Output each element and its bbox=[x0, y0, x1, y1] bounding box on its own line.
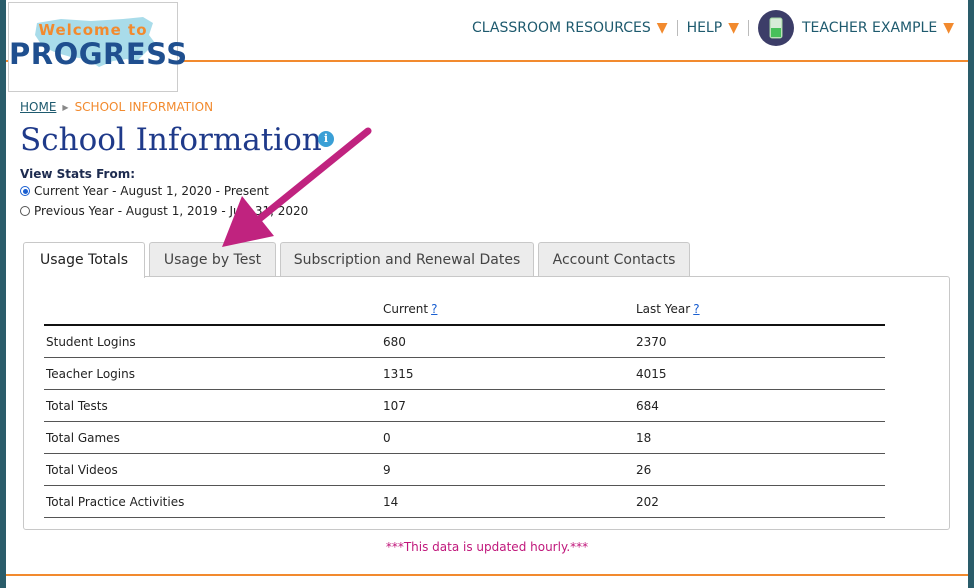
page: Welcome to PROGRESS CLASSROOM RESOURCES … bbox=[6, 0, 968, 588]
header: Welcome to PROGRESS CLASSROOM RESOURCES … bbox=[6, 0, 968, 92]
nav-user-label: TEACHER EXAMPLE bbox=[801, 20, 938, 36]
radio-current-year-label: Current Year - August 1, 2020 - Present bbox=[34, 184, 269, 198]
row-current-value: 680 bbox=[381, 325, 634, 358]
row-last-year-value: 4015 bbox=[634, 357, 885, 390]
breadcrumb-home-link[interactable]: HOME bbox=[20, 100, 56, 114]
row-last-year-value: 202 bbox=[634, 485, 885, 518]
row-label: Total Games bbox=[44, 421, 381, 454]
row-last-year-value: 2370 bbox=[634, 325, 885, 358]
breadcrumb: HOME ▶ SCHOOL INFORMATION bbox=[20, 100, 213, 114]
chevron-down-icon: ▼ bbox=[943, 20, 954, 36]
tab-subscription-renewal-dates[interactable]: Subscription and Renewal Dates bbox=[280, 242, 534, 276]
row-label: Student Logins bbox=[44, 325, 381, 358]
breadcrumb-chevron-icon: ▶ bbox=[62, 102, 69, 112]
table-row: Total Practice Activities 14 202 bbox=[44, 485, 885, 518]
row-current-value: 1315 bbox=[381, 357, 634, 390]
nav-help[interactable]: HELP ▼ bbox=[687, 20, 739, 36]
radio-button-selected[interactable] bbox=[20, 186, 30, 196]
column-header-last-year: Last Year? bbox=[634, 293, 885, 326]
row-label: Total Tests bbox=[44, 389, 381, 422]
logo[interactable]: Welcome to PROGRESS bbox=[8, 2, 188, 92]
view-stats-label: View Stats From: bbox=[20, 167, 136, 181]
table-header-row: Current? Last Year? bbox=[44, 293, 885, 326]
breadcrumb-current: SCHOOL INFORMATION bbox=[74, 100, 214, 114]
help-link[interactable]: ? bbox=[431, 302, 437, 316]
chevron-down-icon: ▼ bbox=[656, 20, 668, 36]
row-current-value: 107 bbox=[381, 389, 634, 422]
footer-divider bbox=[6, 574, 968, 576]
radio-previous-year[interactable]: Previous Year - August 1, 2019 - July 31… bbox=[20, 204, 308, 218]
row-last-year-value: 18 bbox=[634, 421, 885, 454]
table-row: Total Games 0 18 bbox=[44, 421, 885, 454]
row-current-value: 0 bbox=[381, 421, 634, 454]
table-row: Total Tests 107 684 bbox=[44, 389, 885, 422]
row-label: Total Videos bbox=[44, 453, 381, 486]
help-link[interactable]: ? bbox=[693, 302, 699, 316]
logo-wordmark: PROGRESS bbox=[9, 37, 188, 71]
row-current-value: 9 bbox=[381, 453, 634, 486]
nav-classroom-resources-label: CLASSROOM RESOURCES bbox=[471, 20, 651, 36]
chevron-down-icon: ▼ bbox=[728, 20, 739, 36]
row-label: Teacher Logins bbox=[44, 357, 381, 390]
info-icon[interactable]: i bbox=[318, 131, 334, 147]
row-last-year-value: 26 bbox=[634, 453, 885, 486]
avatar bbox=[757, 10, 794, 46]
tab-usage-totals[interactable]: Usage Totals bbox=[23, 242, 145, 278]
tab-usage-by-test[interactable]: Usage by Test bbox=[149, 242, 276, 276]
radio-previous-year-label: Previous Year - August 1, 2019 - July 31… bbox=[34, 204, 309, 218]
tab-account-contacts[interactable]: Account Contacts bbox=[538, 242, 690, 276]
nav-help-label: HELP bbox=[686, 20, 723, 36]
nav-user-menu[interactable]: TEACHER EXAMPLE ▼ bbox=[757, 10, 954, 46]
table-row: Total Videos 9 26 bbox=[44, 453, 885, 486]
radio-current-year[interactable]: Current Year - August 1, 2020 - Present bbox=[20, 184, 269, 198]
column-header-metric bbox=[44, 293, 381, 326]
table-row: Teacher Logins 1315 4015 bbox=[44, 357, 885, 390]
radio-button[interactable] bbox=[20, 206, 30, 216]
table-row: Student Logins 680 2370 bbox=[44, 325, 885, 358]
update-note: ***This data is updated hourly.*** bbox=[385, 540, 589, 554]
page-title: School Information bbox=[20, 122, 322, 158]
nav-classroom-resources[interactable]: CLASSROOM RESOURCES ▼ bbox=[472, 20, 668, 36]
nav-divider bbox=[676, 20, 678, 36]
nav-divider bbox=[747, 20, 749, 36]
usage-table: Current? Last Year? Student Logins 680 2… bbox=[44, 293, 885, 518]
column-header-current-label: Current bbox=[383, 301, 429, 316]
column-header-last-year-label: Last Year bbox=[636, 301, 691, 316]
row-last-year-value: 684 bbox=[634, 389, 885, 422]
top-nav: CLASSROOM RESOURCES ▼ HELP ▼ TEACHER EXA… bbox=[472, 0, 954, 56]
row-label: Total Practice Activities bbox=[44, 485, 381, 518]
column-header-current: Current? bbox=[381, 293, 634, 326]
beaker-icon bbox=[769, 17, 783, 39]
row-current-value: 14 bbox=[381, 485, 634, 518]
usage-totals-panel: Current? Last Year? Student Logins 680 2… bbox=[23, 276, 950, 530]
